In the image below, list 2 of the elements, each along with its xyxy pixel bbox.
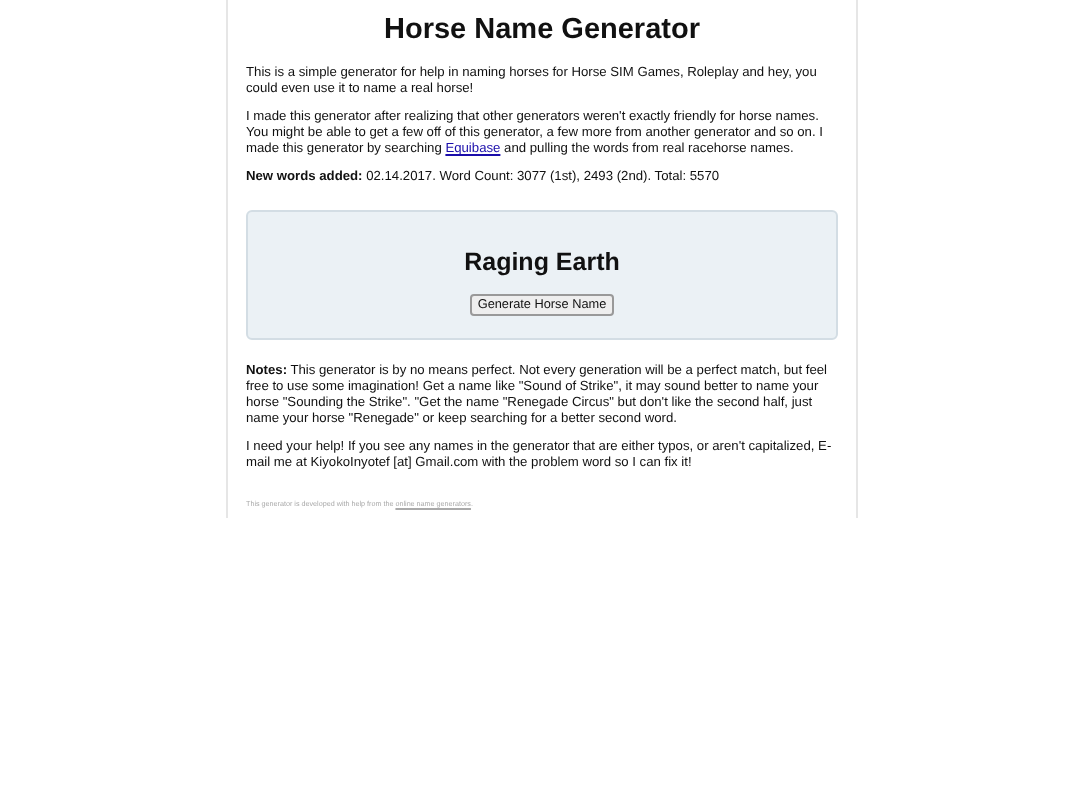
generated-name: Raging Earth [464,248,620,276]
page-title: Horse Name Generator [382,14,702,46]
